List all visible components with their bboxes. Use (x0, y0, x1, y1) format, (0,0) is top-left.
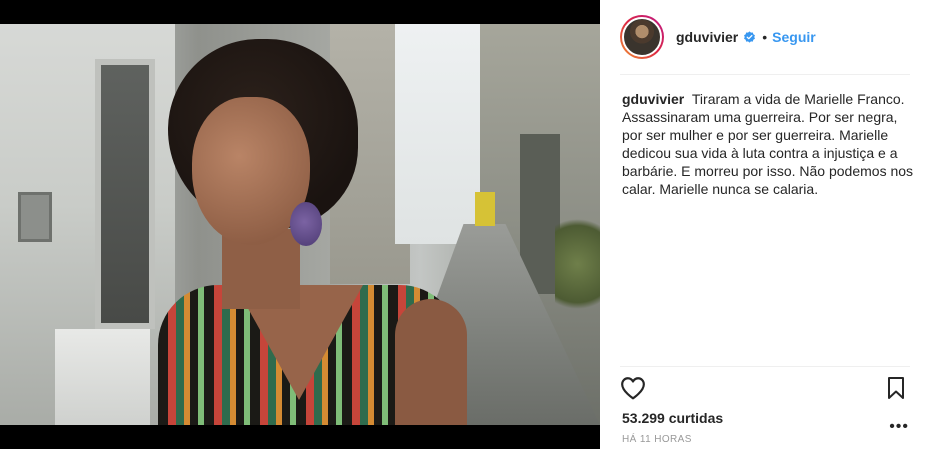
post-photo[interactable] (0, 24, 600, 425)
post-info-panel: gduvivier • Seguir gduvivier Tiraram a v… (600, 0, 931, 449)
photo-plants (555, 204, 600, 324)
likes-count[interactable]: 53.299 curtidas (622, 410, 723, 426)
bookmark-icon[interactable] (886, 376, 906, 400)
person-arm (395, 299, 467, 425)
verified-badge-icon (744, 30, 756, 43)
post-media (0, 0, 600, 449)
heart-icon[interactable] (620, 376, 646, 400)
username-link[interactable]: gduvivier (676, 29, 738, 45)
caption-username-link[interactable]: gduvivier (622, 91, 684, 107)
avatar-story-ring[interactable] (620, 15, 664, 59)
photo-yellow-sign (475, 192, 495, 226)
post-timestamp[interactable]: HÁ 11 HORAS (622, 434, 692, 445)
post-header: gduvivier • Seguir (620, 15, 910, 59)
person-earring (290, 202, 322, 246)
avatar[interactable] (622, 17, 662, 57)
photo-ac-unit (55, 329, 150, 425)
header-divider (620, 74, 910, 75)
separator-dot: • (762, 29, 768, 45)
photo-window (95, 59, 155, 329)
photo-meter-box (18, 192, 52, 242)
post-caption: gduvivier Tiraram a vida de Marielle Fra… (622, 90, 914, 198)
follow-button[interactable]: Seguir (772, 29, 816, 45)
action-bar (620, 376, 910, 402)
photo-person (150, 39, 470, 425)
actions-divider (620, 366, 910, 367)
more-options-icon[interactable]: ••• (889, 418, 909, 436)
